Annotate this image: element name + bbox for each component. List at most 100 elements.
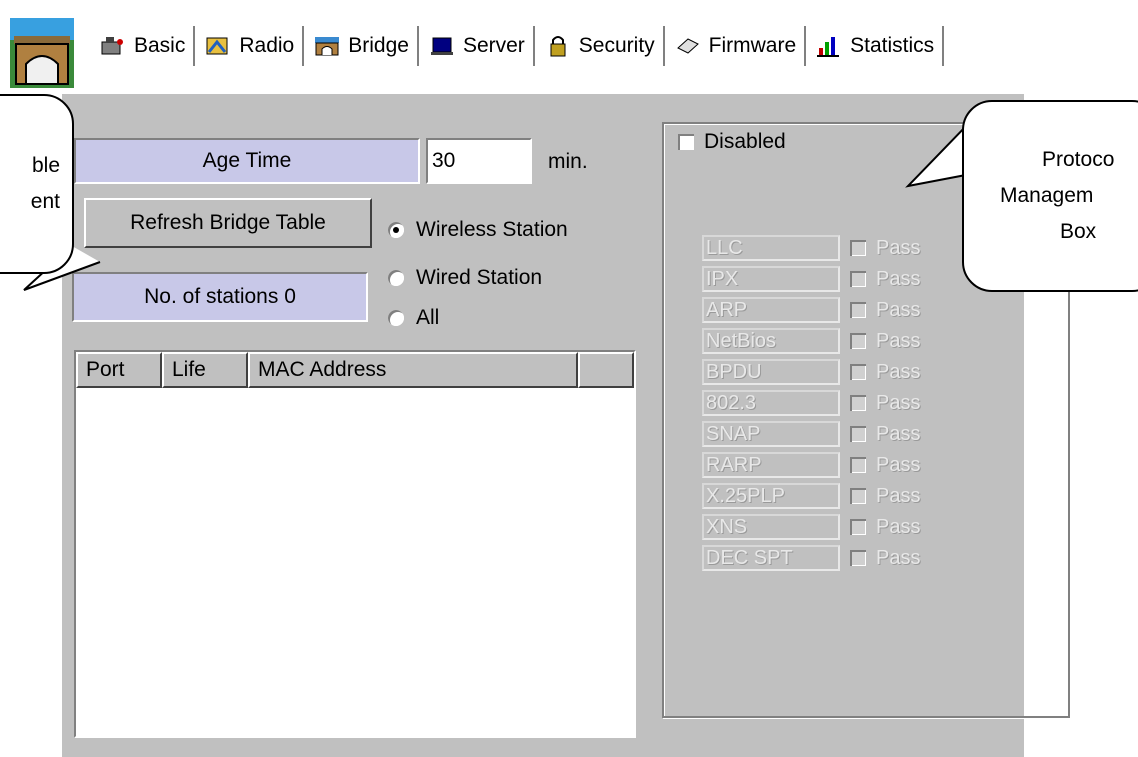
right-callout: Protoco Managem Box (962, 100, 1138, 292)
left-callout: ble ent (0, 94, 74, 274)
tab-strip: Basic Radio Bridge Server Security Firmw… (90, 20, 945, 66)
protocol-row: SNAP Pass (702, 420, 1002, 448)
tab-bridge[interactable]: Bridge (304, 26, 419, 66)
bridge-icon (315, 37, 340, 56)
pass-label: Pass (876, 298, 921, 321)
tab-label: Security (578, 34, 655, 57)
right-callout-line3: Box (1060, 220, 1097, 243)
pass-label: Pass (876, 546, 921, 569)
checkbox-icon (850, 395, 866, 411)
radio-label: Wired Station (416, 266, 543, 289)
tab-label: Basic (134, 34, 186, 57)
protocol-pass-checkbox[interactable]: Pass (850, 392, 920, 415)
protocol-pass-checkbox[interactable]: Pass (850, 268, 920, 291)
protocol-pass-checkbox[interactable]: Pass (850, 547, 920, 570)
protocol-name: NetBios (702, 328, 840, 354)
protocol-pass-checkbox[interactable]: Pass (850, 454, 920, 477)
protocol-pass-checkbox[interactable]: Pass (850, 237, 920, 260)
age-time-label: Age Time (74, 138, 420, 184)
tab-security[interactable]: Security (534, 26, 665, 66)
column-header-port[interactable]: Port (76, 352, 162, 388)
bridge-app-icon (10, 18, 74, 88)
checkbox-icon (850, 550, 866, 566)
protocol-pass-checkbox[interactable]: Pass (850, 423, 920, 446)
radio-all[interactable]: All (388, 306, 439, 330)
protocol-pass-checkbox[interactable]: Pass (850, 485, 920, 508)
protocol-pass-checkbox[interactable]: Pass (850, 516, 920, 539)
bridge-table[interactable]: Port Life MAC Address (74, 350, 636, 738)
protocol-name: 802.3 (702, 390, 840, 416)
protocol-name: BPDU (702, 359, 840, 385)
pass-label: Pass (876, 515, 921, 538)
tab-server[interactable]: Server (418, 26, 535, 66)
checkbox-icon (850, 519, 866, 535)
pass-label: Pass (876, 484, 921, 507)
disabled-checkbox[interactable]: Disabled (678, 130, 786, 154)
pass-label: Pass (876, 422, 921, 445)
radio-button-icon (388, 310, 404, 326)
tab-label: Bridge (348, 34, 409, 57)
checkbox-icon (850, 426, 866, 442)
checkbox-icon (850, 271, 866, 287)
radio-icon (206, 37, 228, 55)
pass-label: Pass (876, 453, 921, 476)
age-time-unit: min. (548, 150, 588, 173)
checkbox-icon (678, 134, 694, 150)
tab-basic[interactable]: Basic (90, 26, 196, 66)
server-icon (430, 37, 453, 55)
firmware-icon (676, 38, 699, 54)
protocol-pass-checkbox[interactable]: Pass (850, 299, 920, 322)
tab-radio[interactable]: Radio (195, 26, 305, 66)
protocol-name: LLC (702, 235, 840, 261)
protocol-row: X.25PLP Pass (702, 482, 1002, 510)
radio-wireless-station[interactable]: Wireless Station (388, 218, 568, 242)
right-callout-line2: Managem (1000, 184, 1094, 207)
pass-label: Pass (876, 267, 921, 290)
security-icon (550, 36, 566, 57)
protocol-name: X.25PLP (702, 483, 840, 509)
left-callout-line1: ble (31, 154, 60, 177)
checkbox-icon (850, 488, 866, 504)
column-header-empty[interactable] (578, 352, 634, 388)
tab-label: Firmware (708, 34, 797, 57)
age-time-input[interactable]: 30 (426, 138, 532, 184)
radio-wired-station[interactable]: Wired Station (388, 266, 542, 290)
statistics-icon (817, 37, 840, 57)
protocol-row: 802.3 Pass (702, 389, 1002, 417)
radio-label: Wireless Station (416, 218, 568, 241)
protocol-pass-checkbox[interactable]: Pass (850, 330, 920, 353)
right-callout-line1: Protoco (1042, 148, 1115, 171)
basic-icon (101, 37, 123, 55)
left-callout-line2: ent (30, 190, 60, 213)
protocol-pass-checkbox[interactable]: Pass (850, 361, 920, 384)
protocol-name: ARP (702, 297, 840, 323)
radio-button-icon (388, 270, 404, 286)
radio-label: All (416, 306, 440, 329)
protocol-row: IPX Pass (702, 265, 1002, 293)
column-header-mac-address[interactable]: MAC Address (248, 352, 578, 388)
protocol-name: DEC SPT (702, 545, 840, 571)
protocol-name: IPX (702, 266, 840, 292)
radio-button-icon (388, 222, 404, 238)
protocol-name: XNS (702, 514, 840, 540)
disabled-label: Disabled (704, 130, 786, 153)
protocol-row: DEC SPT Pass (702, 544, 1002, 572)
pass-label: Pass (876, 360, 921, 383)
tab-statistics[interactable]: Statistics (806, 26, 945, 66)
pass-label: Pass (876, 236, 921, 259)
refresh-bridge-table-button[interactable]: Refresh Bridge Table (84, 198, 372, 248)
protocol-row: RARP Pass (702, 451, 1002, 479)
protocol-row: XNS Pass (702, 513, 1002, 541)
pass-label: Pass (876, 391, 921, 414)
checkbox-icon (850, 333, 866, 349)
tab-firmware[interactable]: Firmware (664, 26, 807, 66)
column-header-life[interactable]: Life (162, 352, 248, 388)
tab-label: Radio (239, 34, 295, 57)
protocol-row: NetBios Pass (702, 327, 1002, 355)
protocol-list: LLC Pass IPX Pass ARP Pass NetBios Pass BPDU Pass… (702, 234, 1002, 575)
pass-label: Pass (876, 329, 921, 352)
checkbox-icon (850, 302, 866, 318)
protocol-name: RARP (702, 452, 840, 478)
protocol-row: BPDU Pass (702, 358, 1002, 386)
table-header: Port Life MAC Address (76, 352, 634, 388)
